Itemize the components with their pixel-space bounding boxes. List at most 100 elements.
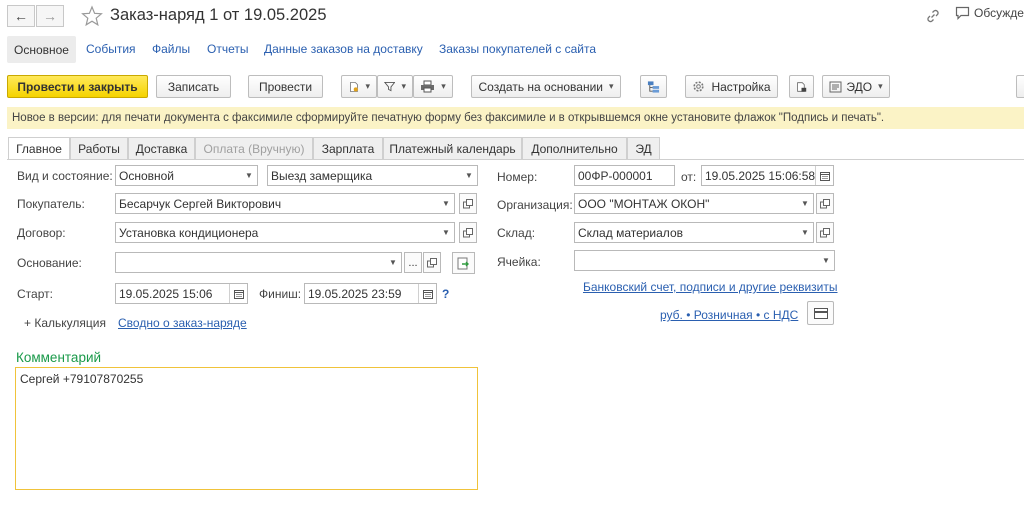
open-organization-button[interactable] [816, 193, 834, 214]
document-lock-icon [797, 81, 807, 92]
chevron-down-icon[interactable]: ▼ [438, 194, 454, 213]
tab-works[interactable]: Работы [70, 137, 128, 159]
edo-icon [829, 81, 842, 92]
kind-label: Вид и состояние: [17, 169, 113, 183]
section-main[interactable]: Основное [7, 36, 76, 63]
state-value: Выезд замерщика [271, 168, 373, 183]
basis-more-label: ... [408, 256, 418, 269]
price-type-link[interactable]: руб. • Розничная • с НДС [660, 308, 798, 322]
finish-value: 19.05.2025 23:59 [308, 286, 402, 301]
open-form-icon [463, 198, 473, 208]
start-label: Старт: [17, 287, 53, 301]
filter-icon [384, 81, 396, 92]
chevron-down-icon[interactable]: ▼ [241, 166, 257, 185]
discuss-button[interactable]: Обсуждение [955, 6, 1024, 20]
basis-field[interactable]: ▼ [115, 252, 402, 273]
edo-button[interactable]: ЭДО [822, 75, 890, 98]
more-button[interactable] [1016, 75, 1024, 98]
arrow-left-icon: ← [14, 8, 28, 24]
fill-basis-button[interactable] [452, 252, 475, 274]
finish-date-field[interactable]: 19.05.2025 23:59 [304, 283, 437, 304]
help-icon[interactable]: ? [442, 287, 449, 301]
calendar-icon[interactable] [229, 284, 247, 303]
contract-value: Установка кондиционера [119, 225, 259, 240]
sign-button[interactable] [789, 75, 814, 98]
open-buyer-button[interactable] [459, 193, 477, 214]
discuss-label: Обсуждение [974, 6, 1024, 20]
info-banner: Новое в версии: для печати документа с ф… [7, 107, 1024, 129]
order-summary-link[interactable]: Сводно о заказ-наряде [118, 316, 247, 330]
tab-salary[interactable]: Зарплата [313, 137, 383, 159]
calculation-toggle[interactable]: + Калькуляция [24, 316, 106, 330]
state-select[interactable]: Выезд замерщика ▼ [267, 165, 478, 186]
tab-additional[interactable]: Дополнительно [522, 137, 627, 159]
section-site-orders[interactable]: Заказы покупателей с сайта [439, 42, 596, 56]
cell-field[interactable]: ▼ [574, 250, 835, 271]
cell-label: Ячейка: [497, 255, 541, 269]
section-reports[interactable]: Отчеты [207, 42, 248, 56]
organization-value: ООО "МОНТАЖ ОКОН" [578, 196, 710, 211]
open-form-icon [820, 227, 830, 237]
calendar-icon[interactable] [815, 166, 833, 185]
start-date-field[interactable]: 19.05.2025 15:06 [115, 283, 248, 304]
chevron-down-icon[interactable]: ▼ [818, 251, 834, 270]
section-events[interactable]: События [86, 42, 136, 56]
section-files[interactable]: Файлы [152, 42, 190, 56]
document-date-field[interactable]: 19.05.2025 15:06:58 [701, 165, 834, 186]
buyer-label: Покупатель: [17, 197, 85, 211]
kind-select[interactable]: Основной ▼ [115, 165, 258, 186]
basis-label: Основание: [17, 256, 82, 270]
date-from-label: от: [681, 170, 697, 184]
settings-label: Настройка [711, 79, 771, 94]
basis-choose-button[interactable]: ... [404, 252, 422, 273]
save-button[interactable]: Записать [156, 75, 231, 98]
organization-label: Организация: [497, 198, 573, 212]
forward-button[interactable]: → [36, 5, 64, 27]
structure-button[interactable] [640, 75, 667, 98]
link-icon[interactable] [925, 8, 941, 24]
kind-value: Основной [119, 168, 175, 183]
calendar-icon[interactable] [418, 284, 436, 303]
back-button[interactable]: ← [7, 5, 35, 27]
print-button[interactable] [413, 75, 453, 98]
document-menu-button[interactable] [341, 75, 377, 98]
open-warehouse-button[interactable] [816, 222, 834, 243]
tab-ed[interactable]: ЭД [627, 137, 660, 159]
fill-document-icon [457, 257, 469, 269]
organization-field[interactable]: ООО "МОНТАЖ ОКОН" ▼ [574, 193, 814, 214]
section-delivery-orders[interactable]: Данные заказов на доставку [264, 42, 423, 56]
hierarchy-icon [647, 80, 660, 93]
chevron-down-icon[interactable]: ▼ [797, 223, 813, 242]
document-date-value: 19.05.2025 15:06:58 [705, 168, 816, 183]
open-contract-button[interactable] [459, 222, 477, 243]
create-based-on-button[interactable]: Создать на основании [471, 75, 621, 98]
settings-button[interactable]: Настройка [685, 75, 778, 98]
post-button[interactable]: Провести [248, 75, 323, 98]
tab-main[interactable]: Главное [8, 137, 70, 160]
chevron-down-icon[interactable]: ▼ [461, 166, 477, 185]
price-settings-button[interactable] [807, 301, 834, 325]
filter-button[interactable] [377, 75, 413, 98]
post-and-close-button[interactable]: Провести и закрыть [7, 75, 148, 98]
warehouse-field[interactable]: Склад материалов ▼ [574, 222, 814, 243]
number-field[interactable]: 00ФР-000001 [574, 165, 675, 186]
favorite-star-icon[interactable] [81, 5, 103, 27]
contract-field[interactable]: Установка кондиционера ▼ [115, 222, 455, 243]
gear-icon [693, 81, 705, 92]
tab-payment[interactable]: Оплата (Вручную) [195, 137, 313, 159]
warehouse-label: Склад: [497, 226, 536, 240]
tab-payment-calendar[interactable]: Платежный календарь [383, 137, 522, 159]
open-form-icon [427, 257, 437, 267]
tab-delivery[interactable]: Доставка [128, 137, 195, 159]
finish-label: Финиш: [259, 287, 302, 301]
chevron-down-icon[interactable]: ▼ [797, 194, 813, 213]
chevron-down-icon[interactable]: ▼ [385, 253, 401, 272]
comment-textarea[interactable]: Сергей +79107870255 [15, 367, 478, 490]
open-form-icon [463, 227, 473, 237]
arrow-right-icon: → [43, 8, 57, 24]
document-icon [350, 81, 358, 92]
open-basis-button[interactable] [423, 252, 441, 273]
buyer-field[interactable]: Бесарчук Сергей Викторович ▼ [115, 193, 455, 214]
chevron-down-icon[interactable]: ▼ [438, 223, 454, 242]
bank-details-link[interactable]: Банковский счет, подписи и другие реквиз… [583, 280, 838, 294]
